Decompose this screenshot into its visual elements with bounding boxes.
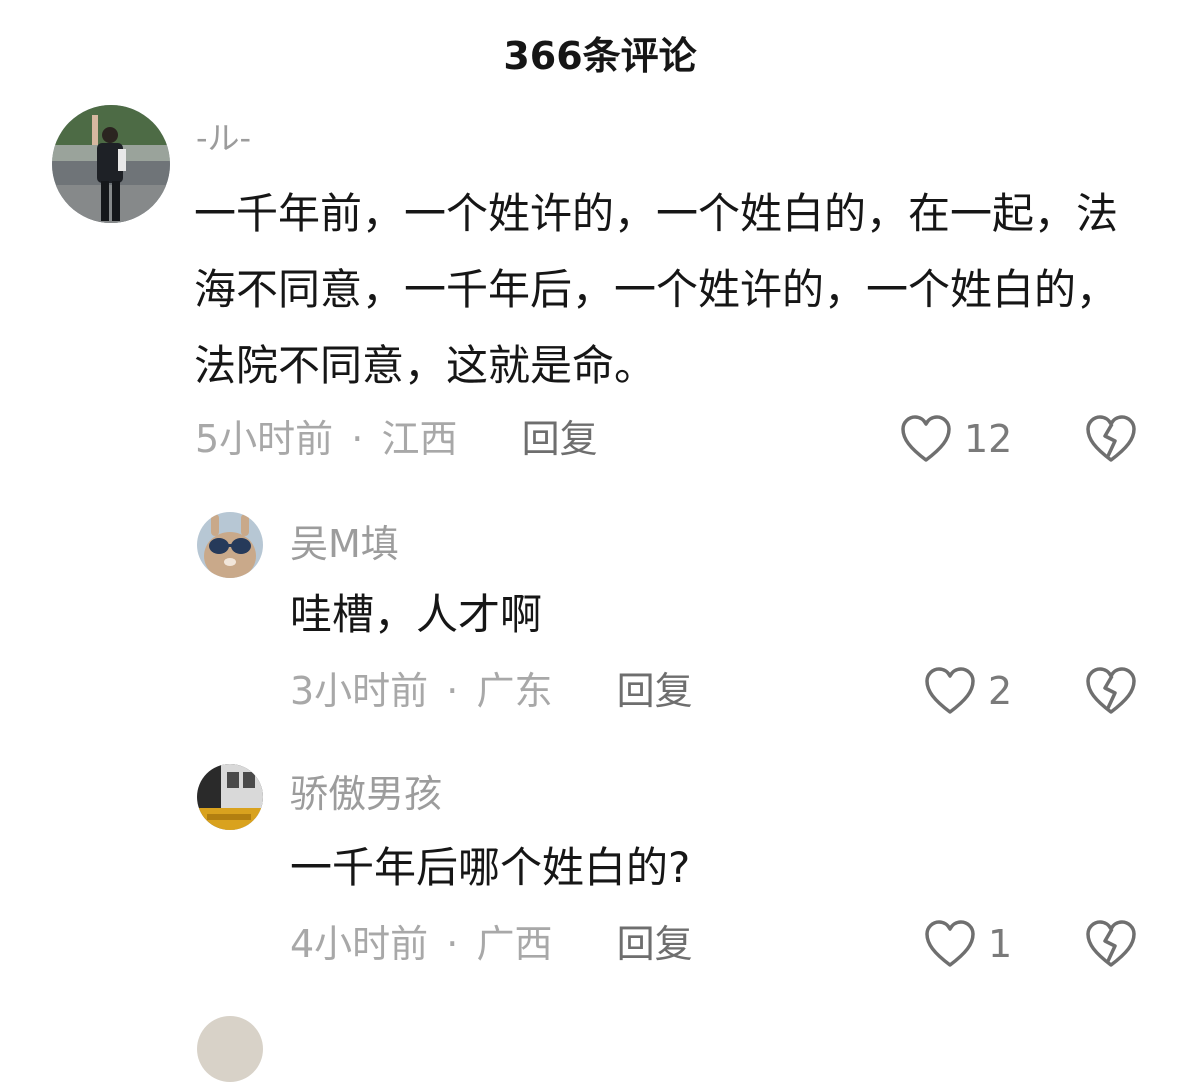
avatar[interactable] bbox=[197, 1016, 263, 1082]
dislike-button[interactable] bbox=[1085, 414, 1137, 464]
comment-time: 5小时前 bbox=[195, 417, 334, 461]
meta-separator: · bbox=[446, 922, 459, 966]
dislike-button[interactable] bbox=[1085, 666, 1137, 716]
comment-time: 4小时前 bbox=[290, 922, 429, 966]
meta-separator: · bbox=[351, 417, 364, 461]
comment-meta: 5小时前 · 江西 回复 bbox=[195, 420, 598, 458]
broken-heart-icon bbox=[1086, 415, 1136, 462]
broken-heart-icon bbox=[1086, 920, 1136, 967]
meta-separator: · bbox=[446, 669, 459, 713]
person-photo-icon bbox=[52, 105, 170, 223]
avatar[interactable] bbox=[197, 512, 263, 578]
comment-location: 广东 bbox=[476, 669, 553, 713]
heart-icon bbox=[901, 415, 951, 462]
comments-count-title: 366条评论 bbox=[503, 34, 697, 78]
rabbit-sunglasses-photo-icon bbox=[197, 512, 263, 578]
avatar[interactable] bbox=[52, 105, 170, 223]
like-count: 1 bbox=[988, 922, 1013, 966]
reply-button[interactable]: 回复 bbox=[617, 669, 693, 713]
comment-meta: 4小时前 · 广西 回复 bbox=[290, 925, 693, 963]
dislike-button[interactable] bbox=[1085, 919, 1137, 969]
like-count: 2 bbox=[988, 669, 1013, 713]
comment-location: 广西 bbox=[476, 922, 553, 966]
comment-meta: 3小时前 · 广东 回复 bbox=[290, 672, 693, 710]
like-count: 12 bbox=[964, 417, 1013, 461]
like-button[interactable]: 2 bbox=[924, 666, 1012, 716]
heart-icon bbox=[925, 667, 975, 714]
like-button[interactable]: 12 bbox=[900, 414, 1012, 464]
comment-text: 一千年后哪个姓白的? bbox=[290, 843, 691, 892]
heart-icon bbox=[925, 920, 975, 967]
comment-username[interactable]: 骄傲男孩 bbox=[290, 775, 442, 813]
comment-text: 哇槽，人才啊 bbox=[290, 590, 543, 639]
comment-time: 3小时前 bbox=[290, 669, 429, 713]
like-button[interactable]: 1 bbox=[924, 919, 1012, 969]
reply-button[interactable]: 回复 bbox=[522, 417, 598, 461]
reply-button[interactable]: 回复 bbox=[617, 922, 693, 966]
avatar[interactable] bbox=[197, 764, 263, 830]
comment-text: 一千年前，一个姓许的，一个姓白的，在一起，法海不同意，一千年后，一个姓许的，一个… bbox=[194, 189, 1119, 390]
comment-location: 江西 bbox=[381, 417, 458, 461]
comment-username[interactable]: 吴M填 bbox=[290, 525, 399, 563]
building-photo-icon bbox=[197, 764, 263, 830]
comment-username[interactable]: -ル- bbox=[196, 122, 251, 154]
broken-heart-icon bbox=[1086, 667, 1136, 714]
